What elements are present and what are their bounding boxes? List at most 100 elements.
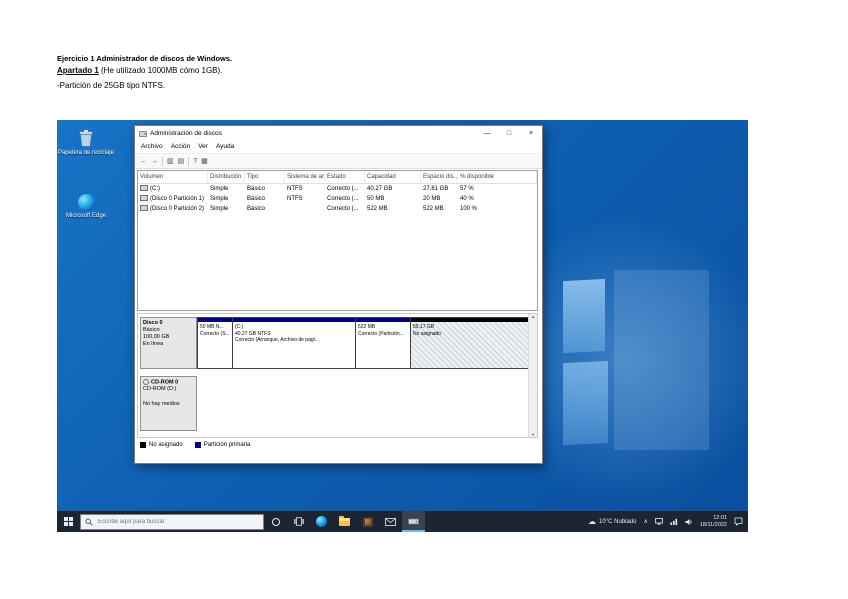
windows-logo-icon	[64, 517, 73, 526]
col-estado[interactable]: Estado	[325, 171, 365, 183]
volume-status: Correcto (...	[325, 194, 365, 204]
window-title: Administración de discos	[150, 130, 222, 137]
col-disponible[interactable]: % disponible	[458, 171, 537, 183]
pinned-app-icon	[363, 517, 373, 527]
task-view-button[interactable]	[287, 511, 310, 532]
volume-name: (C:)	[138, 184, 208, 194]
col-sistema[interactable]: Sistema de ar...	[285, 171, 325, 183]
drive-icon	[140, 205, 148, 211]
hidden-icons-chevron[interactable]: ∧	[643, 518, 647, 525]
legend-primary-swatch	[195, 442, 201, 448]
action-center-button[interactable]	[734, 517, 743, 526]
disk0-status: En línea	[143, 341, 194, 348]
pinned-app-button[interactable]	[356, 511, 379, 532]
edge-icon	[78, 194, 95, 211]
legend-primary: Partición primaria	[195, 442, 251, 448]
cloud-icon: ☁	[588, 518, 596, 526]
volume-status: Correcto (...	[325, 204, 365, 214]
edge-shortcut[interactable]: Microsoft Edge	[57, 194, 115, 220]
col-distribucion[interactable]: Distribución	[208, 171, 245, 183]
volume-free-pct: 40 %	[458, 194, 537, 204]
tray-status-icon[interactable]	[655, 518, 663, 525]
minimize-button[interactable]: —	[476, 126, 498, 141]
volume-free-pct: 100 %	[458, 204, 537, 214]
scroll-down-icon[interactable]: ▼	[531, 432, 535, 437]
cdrom-info-box[interactable]: CD-ROM 0 CD-ROM (D:) No hay medios	[140, 376, 197, 431]
toolbar: ← → ▥ ▤ ? ▦	[135, 154, 542, 169]
menu-ver[interactable]: Ver	[194, 141, 212, 153]
partition-color-band	[233, 318, 355, 322]
wallpaper-window-pane	[563, 279, 605, 353]
edge-taskbar-button[interactable]	[310, 511, 333, 532]
cortana-button[interactable]	[264, 511, 287, 532]
search-input[interactable]	[96, 518, 250, 526]
volume-name: (Disco 0 Partición 1)	[138, 194, 208, 204]
legend: No asignado Partición primaria	[140, 442, 250, 448]
file-explorer-button[interactable]	[333, 511, 356, 532]
volume-free-pct: 57 %	[458, 184, 537, 194]
weather-widget[interactable]: ☁ 10°C Nublado	[588, 518, 636, 526]
volume-layout: Simple	[208, 184, 245, 194]
edge-icon	[316, 516, 327, 527]
disk0-size: 100,00 GB	[143, 334, 194, 341]
partition-system-reserved[interactable]: 50 MB N... Correcto (S...	[197, 317, 233, 369]
forward-icon[interactable]: →	[151, 158, 158, 165]
maximize-button[interactable]: □	[498, 126, 520, 141]
unallocated-space[interactable]: 59,17 GB No asignado	[411, 317, 529, 369]
col-tipo[interactable]: Tipo	[245, 171, 285, 183]
volume-row-part2[interactable]: (Disco 0 Partición 2) Simple Básico Corr…	[138, 204, 537, 214]
exercise-heading: Ejercicio 1 Administrador de discos de W…	[57, 54, 232, 63]
volume-row-part1[interactable]: (Disco 0 Partición 1) Simple Básico NTFS…	[138, 194, 537, 204]
network-icon[interactable]	[670, 518, 678, 525]
close-button[interactable]: ×	[520, 126, 542, 141]
taskbar-search[interactable]	[80, 514, 264, 530]
col-volumen[interactable]: Volumen	[138, 171, 208, 183]
mail-button[interactable]	[379, 511, 402, 532]
volume-icon[interactable]	[685, 518, 693, 526]
scroll-up-icon[interactable]: ▲	[531, 314, 535, 319]
volume-row-c[interactable]: (C:) Simple Básico NTFS Correcto (... 40…	[138, 184, 537, 194]
apartado-note: (He utilizado 1000MB cómo 1GB).	[99, 66, 223, 75]
edge-label: Microsoft Edge	[57, 213, 115, 220]
taskbar-clock[interactable]: 12:01 18/11/2022	[700, 515, 727, 528]
cdrom-status: No hay medios	[143, 401, 194, 408]
recycle-bin-shortcut[interactable]: Papelera de reciclaje	[57, 128, 115, 157]
volume-capacity: 522 MB	[365, 204, 421, 214]
disk-management-taskbar-button[interactable]	[402, 511, 425, 532]
cortana-icon	[272, 518, 280, 526]
volume-layout: Simple	[208, 204, 245, 214]
volume-fs: NTFS	[285, 184, 325, 194]
menu-accion[interactable]: Acción	[167, 141, 195, 153]
col-capacidad[interactable]: Capacidad	[365, 171, 421, 183]
partition-recovery[interactable]: 522 MB Correcto (Partición...	[356, 317, 411, 369]
title-bar[interactable]: Administración de discos — □ ×	[135, 126, 542, 141]
disk0-info-box[interactable]: Disco 0 Básico 100,00 GB En línea	[140, 317, 197, 369]
volume-name: (Disco 0 Partición 2)	[138, 204, 208, 214]
col-espacio[interactable]: Espacio dis...	[421, 171, 458, 183]
disk-graphical-view: Disco 0 Básico 100,00 GB En línea 50 MB …	[137, 313, 538, 438]
menu-archivo[interactable]: Archivo	[137, 141, 167, 153]
taskbar: ☁ 10°C Nublado ∧ 12:01 18/11/2022	[57, 511, 748, 532]
volume-list: Volumen Distribución Tipo Sistema de ar.…	[137, 170, 538, 311]
exercise-subheading: Apartado 1 (He utilizado 1000MB cómo 1GB…	[57, 66, 222, 75]
properties-icon[interactable]: ▤	[178, 157, 185, 165]
view-icon[interactable]: ▦	[201, 157, 208, 165]
legend-unallocated-swatch	[140, 442, 146, 448]
volume-type: Básico	[245, 184, 285, 194]
disk0-row: Disco 0 Básico 100,00 GB En línea 50 MB …	[140, 317, 529, 369]
menu-ayuda[interactable]: Ayuda	[212, 141, 238, 153]
cdrom-name: CD-ROM 0	[143, 379, 194, 386]
cd-icon	[143, 379, 149, 385]
disk0-name: Disco 0	[143, 320, 194, 327]
partition-c[interactable]: (C:) 40,27 GB NTFS Correcto (Arranque, A…	[233, 317, 356, 369]
disk-management-icon	[408, 517, 419, 526]
mail-icon	[385, 518, 396, 526]
console-tree-icon[interactable]: ▥	[167, 157, 174, 165]
legend-primary-label: Partición primaria	[204, 442, 251, 448]
help-icon[interactable]: ?	[193, 158, 197, 165]
drive-icon	[140, 195, 148, 201]
windows-desktop-screenshot: Papelera de reciclaje Microsoft Edge Adm…	[57, 120, 748, 532]
start-button[interactable]	[57, 511, 80, 532]
graph-scrollbar[interactable]: ▲ ▼	[528, 314, 537, 437]
back-icon[interactable]: ←	[140, 158, 147, 165]
